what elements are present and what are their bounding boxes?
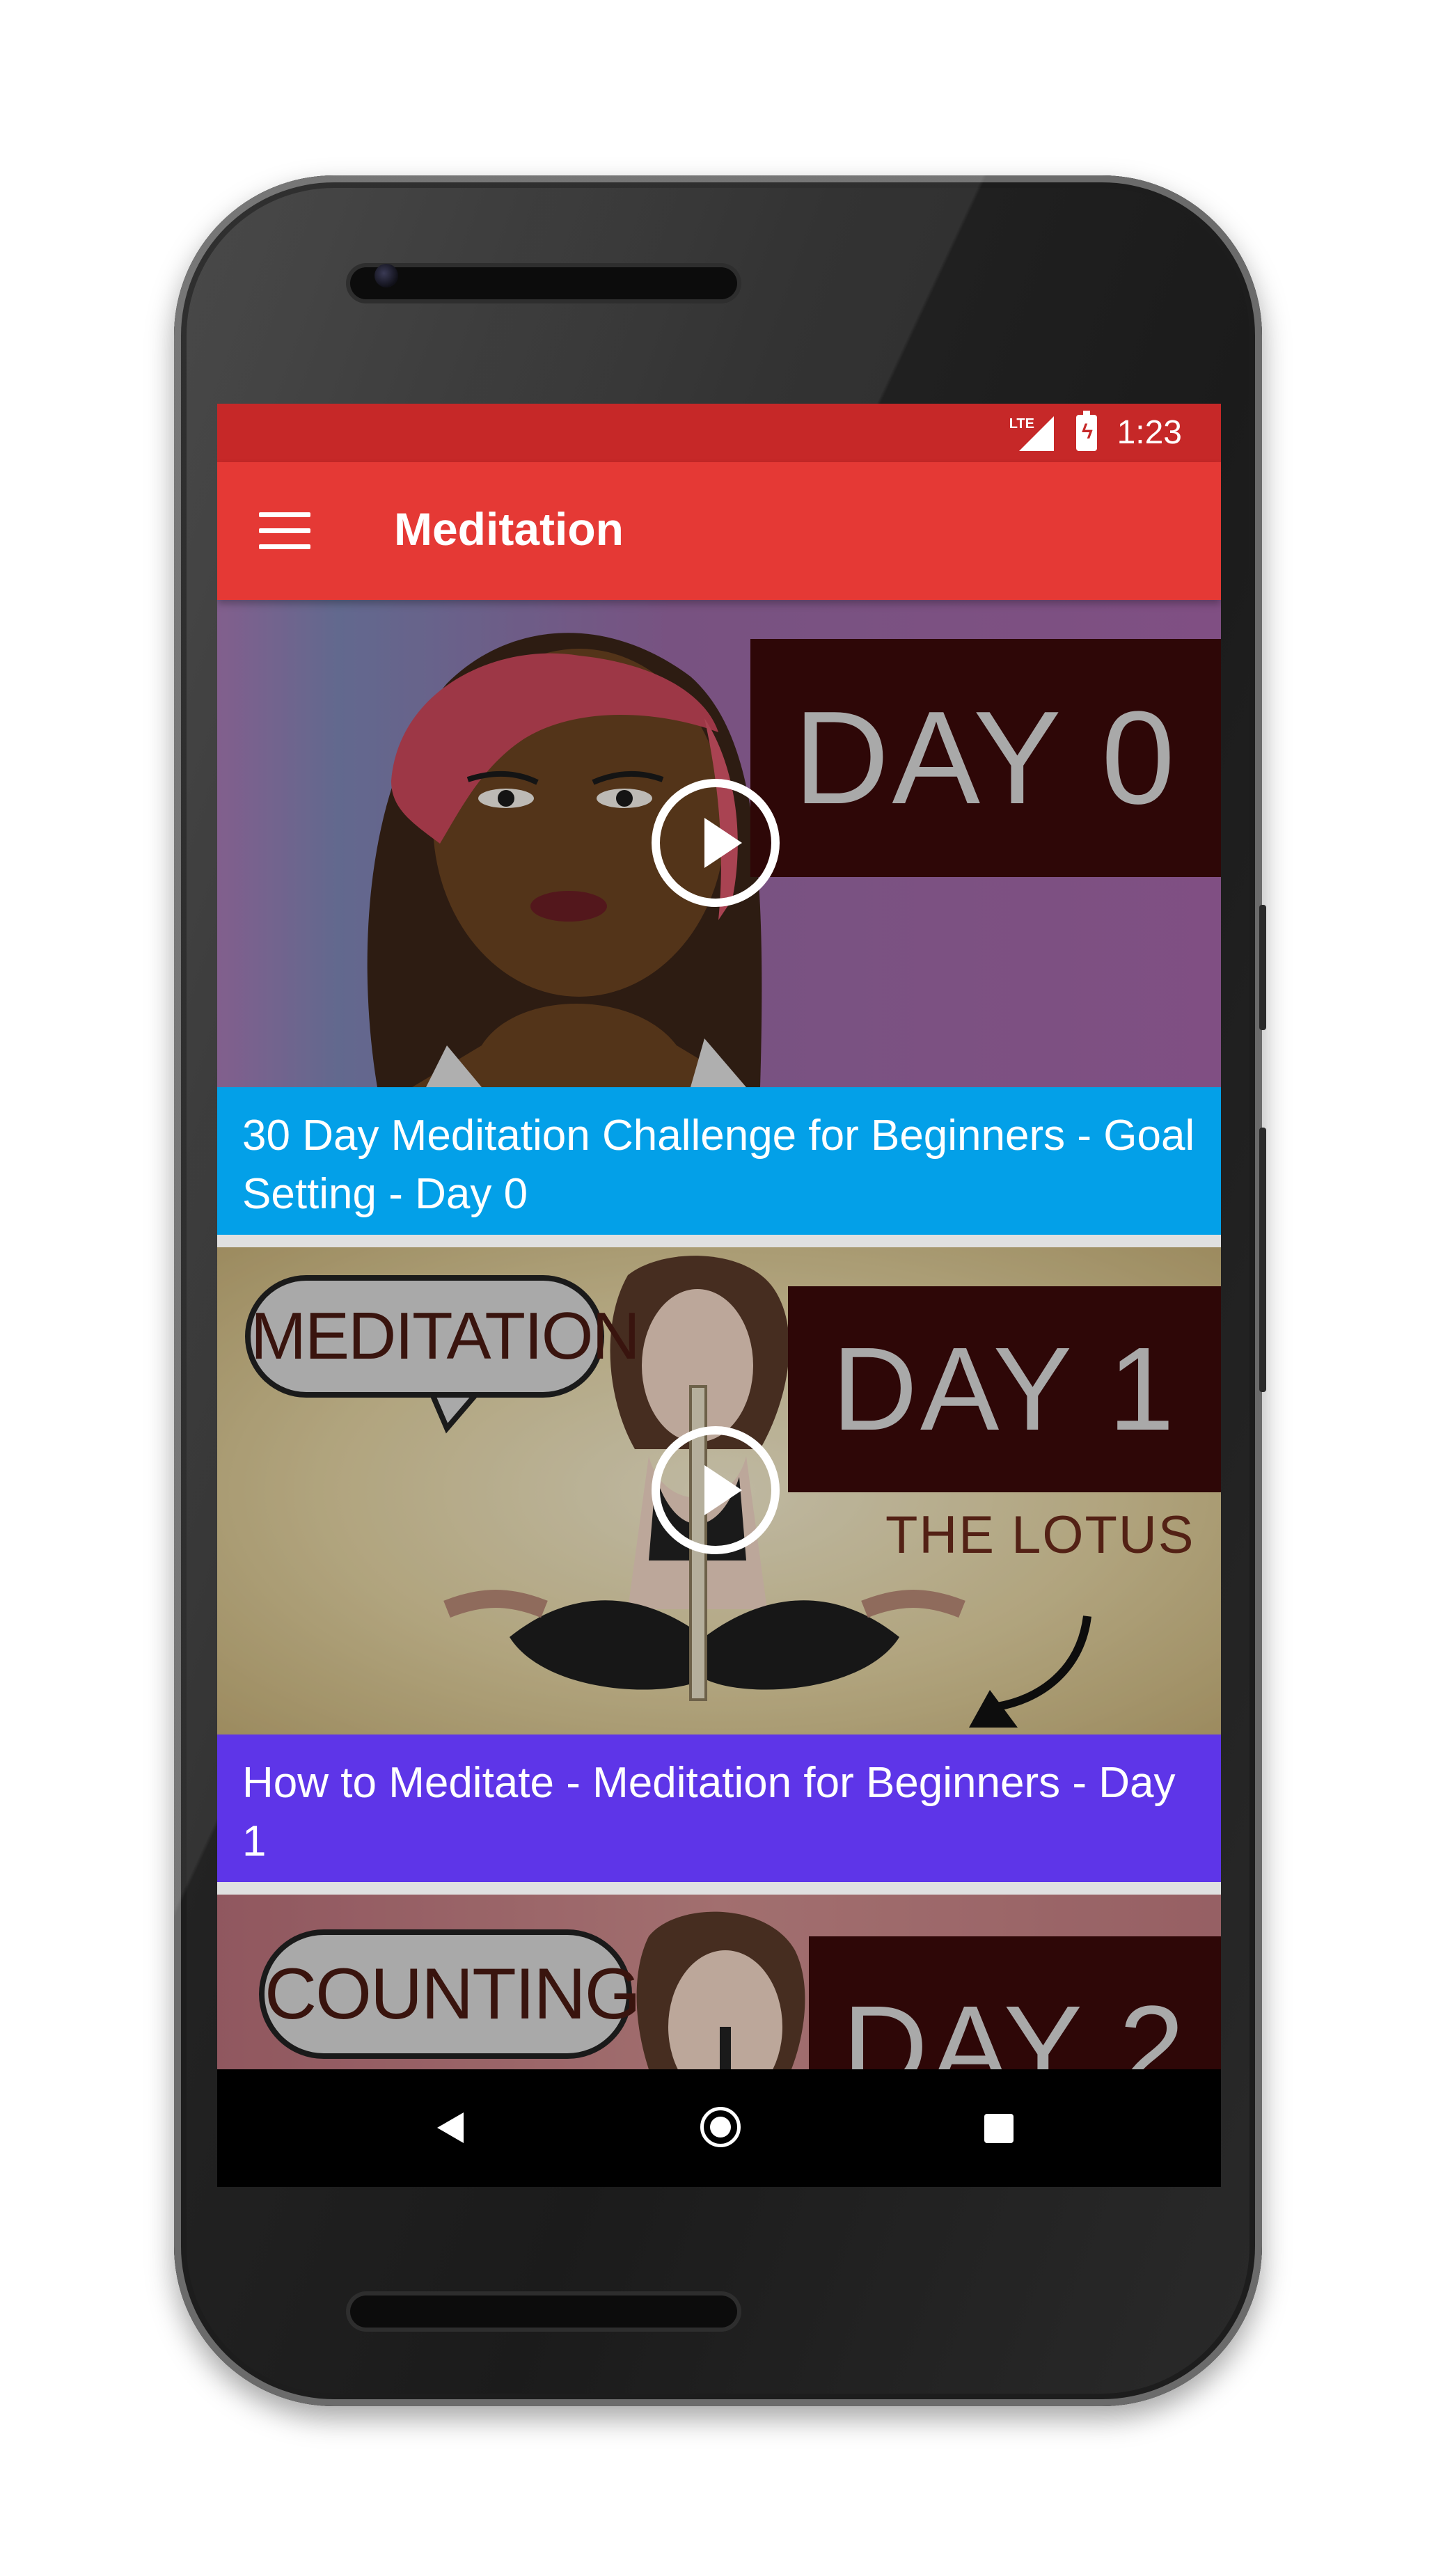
recents-square-icon[interactable]: [984, 2114, 1014, 2143]
back-triangle-icon[interactable]: [437, 2112, 464, 2143]
home-circle-icon[interactable]: [700, 2107, 741, 2147]
video-thumbnail[interactable]: MEDITATION DAY 1 THE LOTUS: [217, 1247, 1221, 1735]
top-speaker: [350, 267, 737, 299]
battery-icon: ϟ: [1076, 411, 1097, 451]
volume-button: [1259, 1128, 1266, 1392]
front-camera: [374, 264, 398, 287]
video-card[interactable]: MEDITATION DAY 1 THE LOTUS How to Medita…: [217, 1247, 1221, 1882]
screen: LTE ϟ 1:23 Meditation DAY 0 30 Day Medit…: [217, 404, 1221, 2187]
video-list[interactable]: DAY 0 30 Day Meditation Challenge for Be…: [217, 600, 1221, 2069]
network-type: LTE: [1009, 416, 1034, 432]
navigation-bar: [217, 2069, 1221, 2187]
app-bar: Meditation: [217, 462, 1221, 600]
play-button-icon[interactable]: [652, 1426, 780, 1554]
page-title: Meditation: [394, 503, 624, 555]
status-bar: LTE ϟ 1:23: [217, 404, 1221, 462]
video-title: 30 Day Meditation Challenge for Beginner…: [217, 1087, 1221, 1235]
video-title: How to Meditate - Meditation for Beginne…: [217, 1735, 1221, 1882]
play-button-icon[interactable]: [652, 779, 780, 907]
video-thumbnail[interactable]: DAY 0: [217, 600, 1221, 1087]
hamburger-menu-icon[interactable]: [259, 512, 310, 550]
power-button: [1259, 905, 1266, 1030]
status-time: 1:23: [1117, 414, 1182, 451]
video-thumbnail[interactable]: COUNTING DAY 2: [217, 1895, 1221, 2069]
bottom-speaker: [350, 2296, 737, 2328]
video-card[interactable]: DAY 0 30 Day Meditation Challenge for Be…: [217, 600, 1221, 1235]
video-card[interactable]: COUNTING DAY 2: [217, 1895, 1221, 2069]
